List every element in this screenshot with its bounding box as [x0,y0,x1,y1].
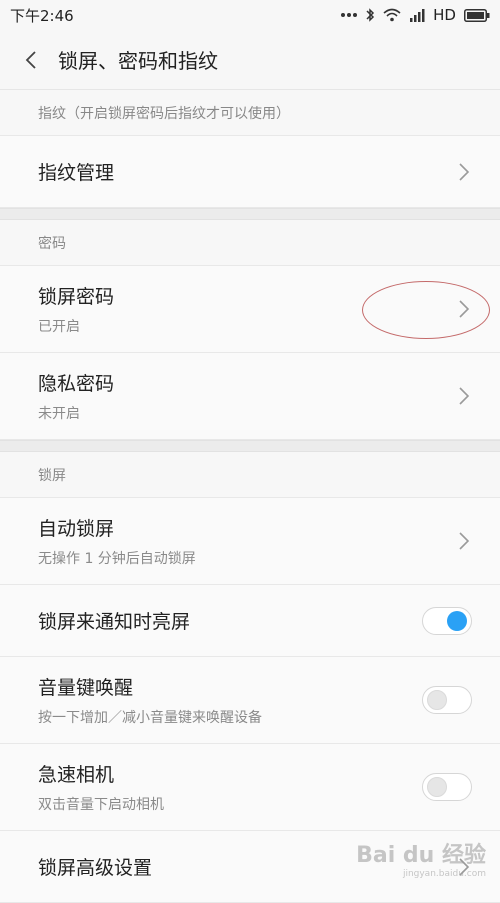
chevron-right-icon [458,857,470,877]
item-title: 锁屏高级设置 [38,857,153,879]
status-time: 下午2:46 [10,6,74,25]
chevron-left-icon [25,50,36,69]
quick-camera-item[interactable]: 急速相机 双击音量下启动相机 [0,744,500,831]
wifi-icon [383,8,401,22]
item-subtitle: 未开启 [38,406,80,422]
battery-icon [464,8,490,22]
fingerprint-management-item[interactable]: 指纹管理 [0,136,500,208]
section-divider [0,208,500,220]
toggle-knob [447,610,467,631]
privacy-password-item[interactable]: 隐私密码 未开启 [0,353,500,440]
item-title: 隐私密码 [38,373,115,395]
section-header-fingerprint: 指纹（开启锁屏密码后指纹才可以使用） [0,90,500,136]
status-bar: 下午2:46 HD [0,0,500,30]
item-subtitle: 无操作 1 分钟后自动锁屏 [38,551,196,567]
advanced-lock-settings-item[interactable]: 锁屏高级设置 [0,831,500,903]
signal-icon [409,8,425,22]
lock-screen-password-item[interactable]: 锁屏密码 已开启 [0,266,500,353]
quick-camera-toggle[interactable] [422,773,472,801]
volume-key-wake-toggle[interactable] [422,686,472,714]
chevron-right-icon [458,386,470,406]
chevron-right-icon [458,299,470,319]
item-title: 锁屏密码 [38,286,115,308]
item-title: 音量键唤醒 [38,677,134,699]
item-title: 自动锁屏 [38,518,115,540]
notification-wake-item[interactable]: 锁屏来通知时亮屏 [0,585,500,657]
chevron-right-icon [458,531,470,551]
toggle-knob [427,690,447,710]
page-title: 锁屏、密码和指纹 [58,49,218,73]
toggle-knob [427,777,447,797]
section-header-password: 密码 [0,220,500,266]
chevron-right-icon [458,162,470,182]
item-title: 急速相机 [38,764,115,786]
more-dots-icon [341,12,358,18]
auto-lock-item[interactable]: 自动锁屏 无操作 1 分钟后自动锁屏 [0,498,500,585]
notification-wake-toggle[interactable] [422,606,472,635]
section-header-lockscreen: 锁屏 [0,452,500,498]
network-type: HD [433,6,456,24]
item-title: 指纹管理 [38,162,115,184]
item-subtitle: 已开启 [38,319,80,335]
back-button[interactable] [18,45,44,75]
volume-key-wake-item[interactable]: 音量键唤醒 按一下增加／减小音量键来唤醒设备 [0,657,500,744]
item-subtitle: 按一下增加／减小音量键来唤醒设备 [38,710,262,726]
item-title: 锁屏来通知时亮屏 [38,611,191,633]
item-subtitle: 双击音量下启动相机 [38,797,164,813]
section-divider [0,440,500,452]
bluetooth-icon [365,7,375,23]
title-bar: 锁屏、密码和指纹 [0,30,500,90]
status-icons: HD [341,6,490,24]
